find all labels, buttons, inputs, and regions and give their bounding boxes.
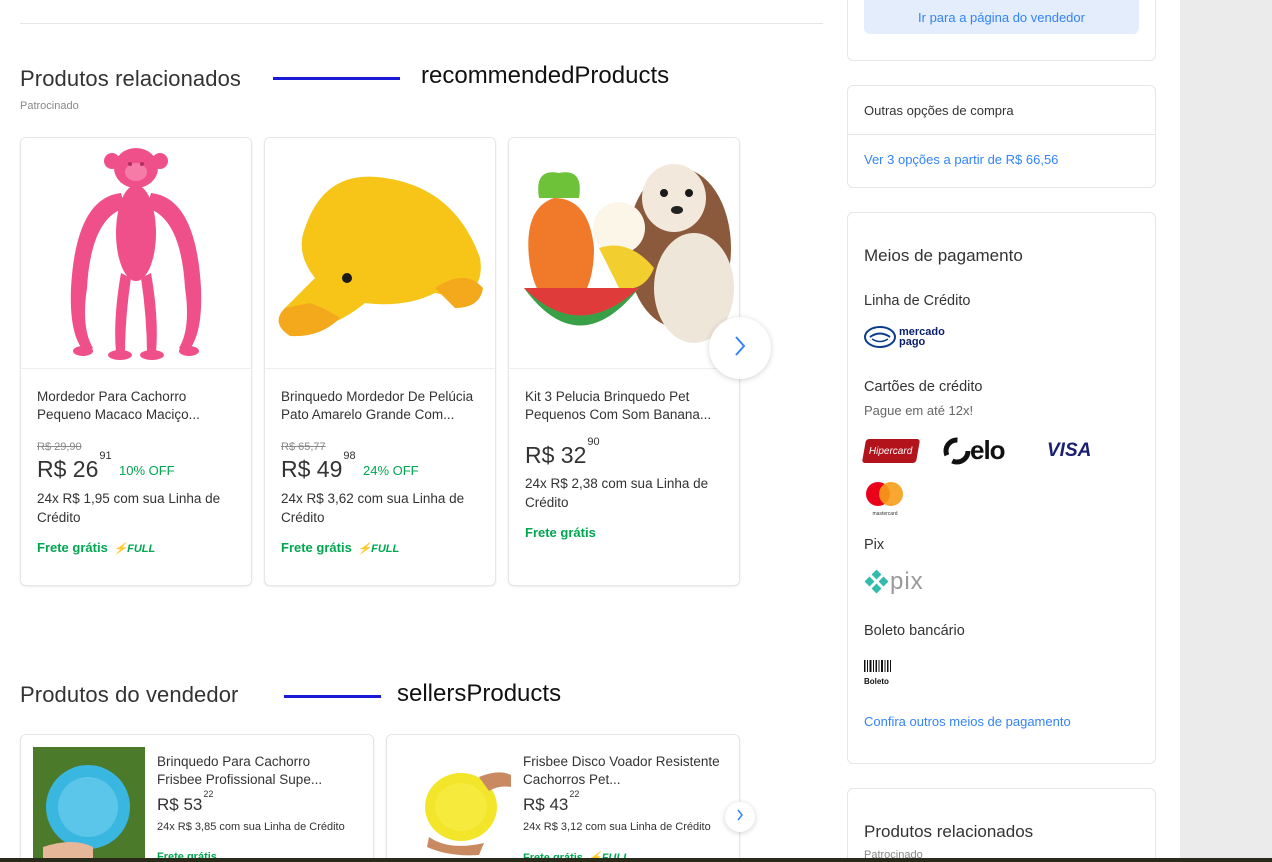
divider	[20, 23, 823, 24]
annotation-label: recommendedProducts	[421, 62, 670, 89]
price: R$ 5322	[157, 789, 214, 814]
product-image-yellow-frisbee[interactable]	[399, 747, 511, 859]
price: R$ 2691	[37, 450, 112, 482]
installments: 24x R$ 3,12 com sua Linha de Crédito	[523, 821, 711, 833]
payment-methods-box: Meios de pagamento Linha de Crédito merc…	[847, 212, 1156, 764]
more-payment-methods-link[interactable]: Confira outros meios de pagamento	[864, 714, 1071, 729]
mercado-pago-logo: mercado pago	[864, 326, 955, 348]
full-badge: ⚡FULL	[357, 543, 400, 555]
product-card[interactable]: Brinquedo Mordedor De Pelúcia Pato Amare…	[264, 137, 496, 586]
chevron-right-icon	[733, 335, 747, 362]
pix-logo: pix	[864, 568, 924, 596]
carousel-next-button[interactable]	[725, 802, 755, 832]
page-background-strip	[1180, 0, 1272, 862]
elo-logo: elo	[942, 435, 1006, 466]
discount-badge: 24% OFF	[363, 463, 419, 478]
product-title[interactable]: Brinquedo Para Cachorro Frisbee Profissi…	[157, 753, 357, 789]
shipping-label: Frete grátis ⚡FULL	[281, 540, 400, 555]
mastercard-logo: mastercard	[864, 481, 906, 517]
boleto-logo: Boleto	[864, 659, 892, 686]
other-options-link[interactable]: Ver 3 opções a partir de R$ 66,56	[848, 135, 1155, 167]
product-image-plush-kit[interactable]	[509, 138, 739, 369]
product-title[interactable]: Frisbee Disco Voador Resistente Cachorro…	[523, 753, 723, 789]
product-card[interactable]: Mordedor Para Cachorro Pequeno Macaco Ma…	[20, 137, 252, 586]
price: R$ 4998	[281, 450, 356, 482]
boleto-title: Boleto bancário	[864, 623, 965, 639]
product-title[interactable]: Mordedor Para Cachorro Pequeno Macaco Ma…	[37, 388, 237, 424]
annotation-arrow	[284, 695, 381, 698]
sponsored-label: Patrocinado	[20, 100, 79, 112]
payment-title: Meios de pagamento	[864, 246, 1023, 265]
chevron-right-icon	[736, 808, 744, 826]
other-options-box: Outras opções de compra Ver 3 opções a p…	[847, 85, 1156, 188]
main-content: Produtos relacionados Patrocinado recomm…	[0, 0, 840, 862]
credit-cards-title: Cartões de crédito	[864, 379, 983, 395]
seller-product-card[interactable]: Brinquedo Para Cachorro Frisbee Profissi…	[20, 734, 374, 862]
credit-line-title: Linha de Crédito	[864, 293, 971, 309]
credit-cards-note: Pague em até 12x!	[864, 403, 974, 418]
price: R$ 3290	[525, 436, 600, 468]
product-image-blue-frisbee[interactable]	[33, 747, 145, 859]
related-products-sidebar: Produtos relacionados Patrocinado	[847, 788, 1156, 862]
recommended-title: Produtos relacionados	[20, 66, 242, 91]
price: R$ 4322	[523, 789, 580, 814]
installments: 24x R$ 3,85 com sua Linha de Crédito	[157, 821, 345, 833]
full-badge: ⚡FULL	[113, 543, 156, 555]
product-image-duck-plush[interactable]	[265, 138, 495, 369]
shipping-label: Frete grátis	[525, 525, 596, 540]
product-card[interactable]: Kit 3 Pelucia Brinquedo Pet Pequenos Com…	[508, 137, 740, 586]
related-products-title: Produtos relacionados	[864, 822, 1034, 841]
seller-box: Ir para a página do vendedor	[847, 0, 1156, 61]
seller-product-card[interactable]: Frisbee Disco Voador Resistente Cachorro…	[386, 734, 740, 862]
old-price: R$ 65,77	[281, 441, 326, 453]
carousel-next-button[interactable]	[709, 317, 771, 379]
old-price: R$ 29,90	[37, 441, 82, 453]
product-title[interactable]: Kit 3 Pelucia Brinquedo Pet Pequenos Com…	[525, 388, 725, 424]
product-title[interactable]: Brinquedo Mordedor De Pelúcia Pato Amare…	[281, 388, 481, 424]
other-options-title: Outras opções de compra	[848, 86, 1155, 135]
product-image-monkey-toy[interactable]	[21, 138, 251, 369]
pix-title: Pix	[864, 537, 885, 553]
shipping-label: Frete grátis ⚡FULL	[37, 540, 156, 555]
seller-page-button[interactable]: Ir para a página do vendedor	[864, 0, 1139, 34]
annotation-arrow	[273, 77, 400, 80]
seller-products-title: Produtos do vendedor	[20, 682, 239, 707]
installments: 24x R$ 1,95 com sua Linha de Crédito	[37, 491, 221, 525]
annotation-label: sellersProducts	[397, 680, 562, 707]
visa-logo: VISA	[1047, 440, 1092, 461]
installments: 24x R$ 3,62 com sua Linha de Crédito	[281, 491, 465, 525]
bottom-edge	[0, 858, 1272, 862]
hipercard-logo: Hipercard	[861, 439, 921, 463]
installments: 24x R$ 2,38 com sua Linha de Crédito	[525, 476, 709, 510]
discount-badge: 10% OFF	[119, 463, 175, 478]
